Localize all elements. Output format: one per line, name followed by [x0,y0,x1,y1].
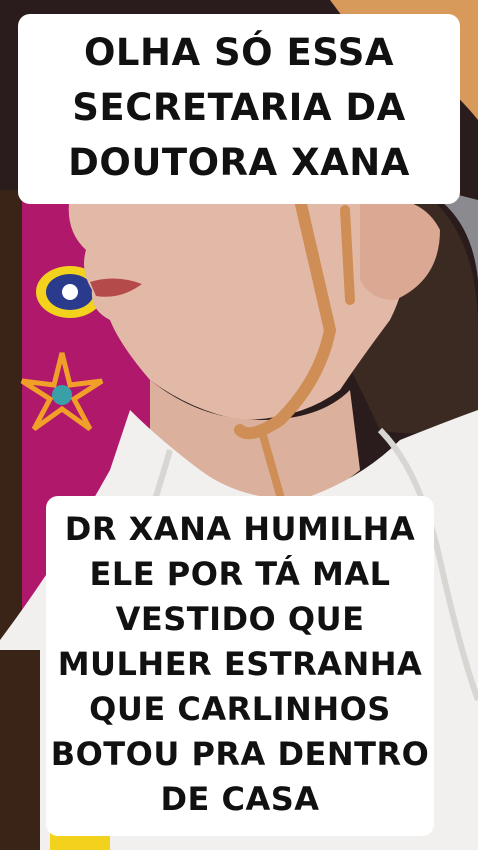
video-frame: OLHA SÓ ESSA SECRETARIA DA DOUTORA XANA … [0,0,478,850]
lower-left-shadow [0,650,40,850]
caption-bottom-line: QUE CARLINHOS [89,690,391,728]
caption-bottom-line: MULHER ESTRANHA [57,645,423,683]
left-door-edge [0,190,22,650]
caption-bottom-line: VESTIDO QUE [115,600,365,638]
caption-bottom-line: BOTOU PRA DENTRO [50,735,430,773]
caption-top-line: OLHA SÓ ESSA [83,31,395,74]
caption-top-line: SECRETARIA DA [72,86,406,129]
caption-top-line: DOUTORA XANA [68,141,410,184]
caption-bottom-line: DR XANA HUMILHA [64,510,416,548]
caption-bottom-line: DE CASA [160,780,320,818]
hat-cord-2 [340,205,355,305]
caption-bottom: DR XANA HUMILHA ELE POR TÁ MAL VESTIDO Q… [46,496,434,836]
caption-top: OLHA SÓ ESSA SECRETARIA DA DOUTORA XANA [18,14,460,204]
caption-bottom-line: ELE POR TÁ MAL [89,555,391,593]
